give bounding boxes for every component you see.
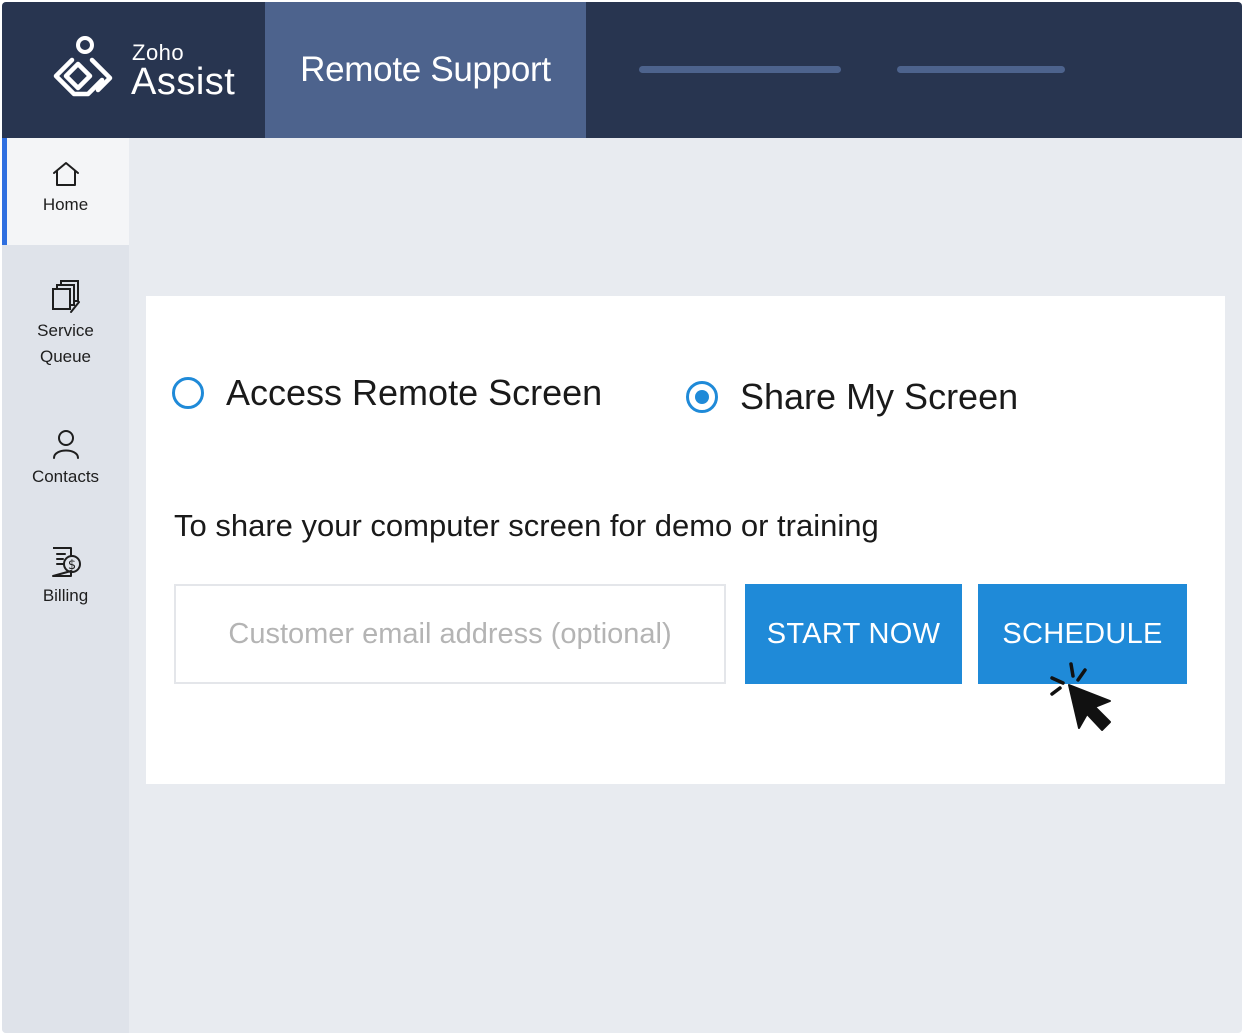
sidebar-item-label: Contacts xyxy=(31,467,100,486)
customer-email-input[interactable] xyxy=(174,584,726,684)
logo-product-text: Assist xyxy=(131,61,236,103)
option-label: Access Remote Screen xyxy=(226,372,603,413)
sidebar-item-billing[interactable]: $ Billing xyxy=(2,545,129,615)
option-share-my-screen[interactable]: Share My Screen xyxy=(686,376,1018,418)
zoho-assist-logo[interactable]: Zoho Assist xyxy=(48,36,248,106)
tab-remote-support[interactable]: Remote Support xyxy=(265,2,586,138)
contacts-icon xyxy=(52,430,79,459)
service-queue-icon xyxy=(51,280,80,313)
tab-remote-support-label: Remote Support xyxy=(300,50,551,89)
zoho-assist-logo-icon xyxy=(53,36,113,97)
sidebar-item-contacts[interactable]: Contacts xyxy=(2,428,129,498)
top-header: Zoho Assist Remote Support xyxy=(2,2,1242,138)
option-label: Share My Screen xyxy=(740,376,1019,417)
app-window: Zoho Assist Remote Support Home Service … xyxy=(2,2,1242,1033)
svg-text:$: $ xyxy=(67,558,75,573)
sidebar-item-label: Billing xyxy=(42,586,89,605)
home-icon xyxy=(52,162,79,186)
mouse-pointer-click-icon xyxy=(1050,662,1111,731)
nav-placeholder-bar-2 xyxy=(897,66,1065,73)
nav-placeholder-bar-1 xyxy=(639,66,841,73)
sidebar-item-service-queue[interactable]: Service Queue xyxy=(2,278,129,378)
sidebar: Home Service Queue Contacts $ Billing xyxy=(2,138,129,1033)
radio-share-my-screen[interactable] xyxy=(686,381,718,413)
billing-icon: $ xyxy=(51,547,81,577)
radio-access-remote-screen[interactable] xyxy=(172,377,204,409)
start-now-button[interactable]: START NOW xyxy=(745,584,962,684)
sidebar-item-label: Service Queue xyxy=(37,321,94,366)
option-access-remote-screen[interactable]: Access Remote Screen xyxy=(172,372,602,414)
sidebar-item-label: Home xyxy=(42,195,89,214)
sidebar-item-home[interactable]: Home xyxy=(2,138,129,245)
session-description: To share your computer screen for demo o… xyxy=(174,508,879,543)
